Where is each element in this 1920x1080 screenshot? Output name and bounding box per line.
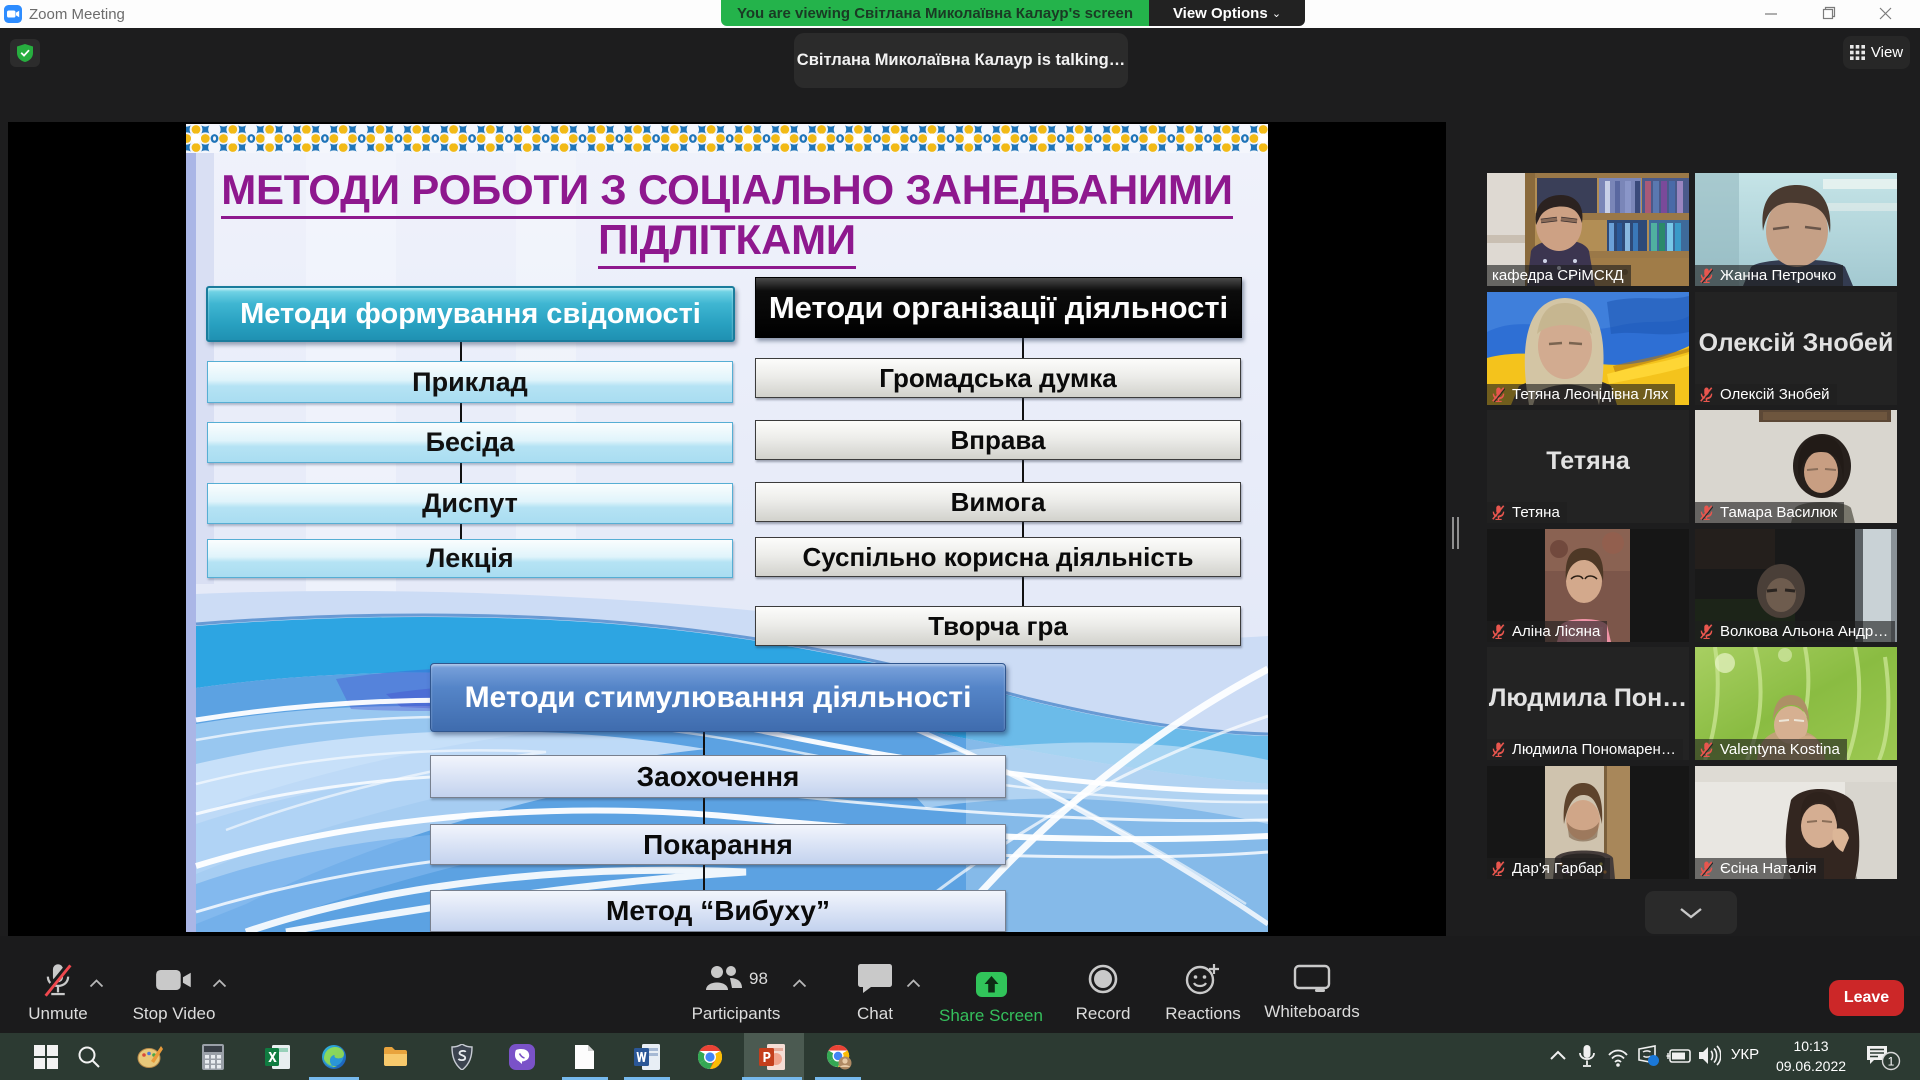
- svg-text:1: 1: [1888, 1055, 1895, 1069]
